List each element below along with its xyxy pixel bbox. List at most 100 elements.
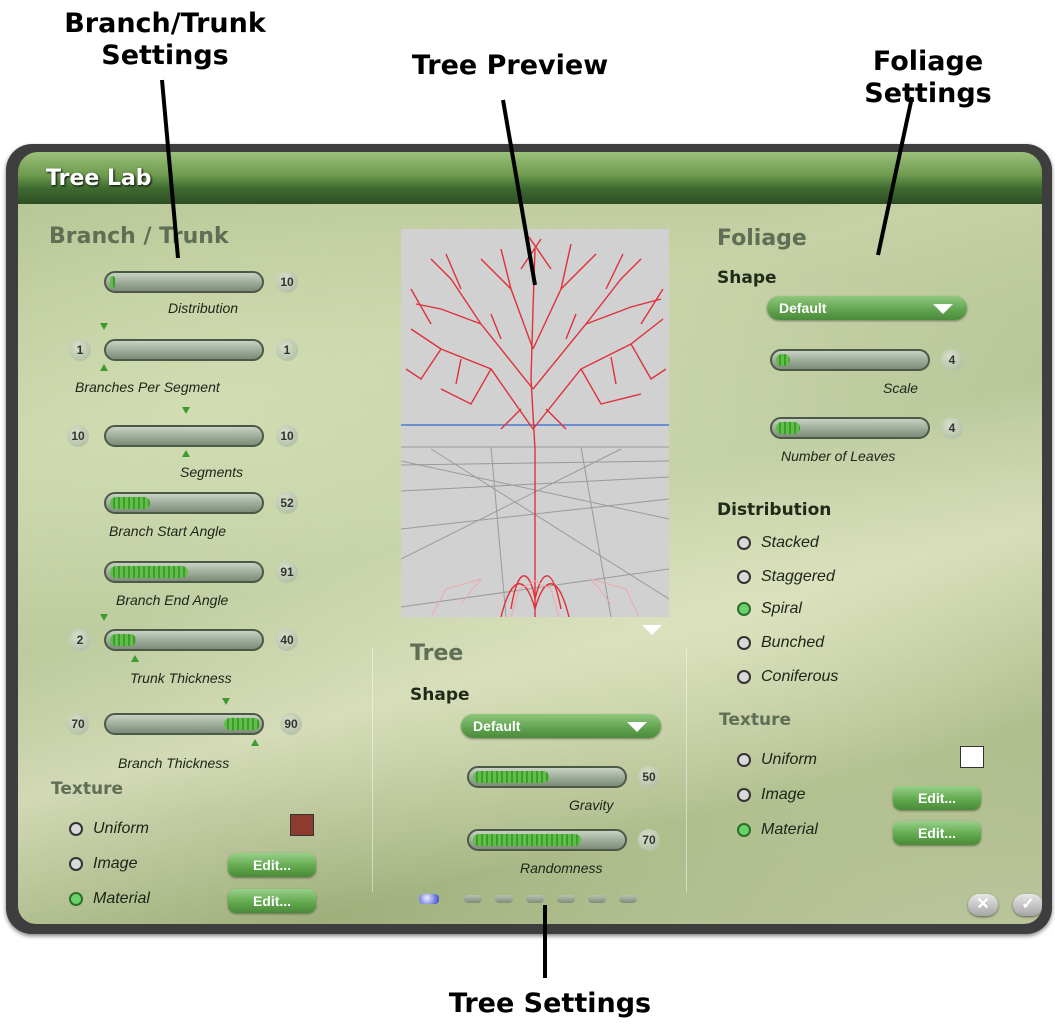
branch-texture-image-edit-button[interactable]: Edit... (228, 853, 316, 877)
page-dot-7[interactable] (619, 895, 637, 903)
distribution-stacked-label: Stacked (761, 534, 819, 551)
window-title: Tree Lab (46, 166, 152, 191)
branch-texture-material-radio[interactable] (69, 892, 83, 906)
distribution-heading: Distribution (717, 500, 832, 520)
distribution-staggered[interactable]: Staggered (737, 568, 835, 586)
foliage-texture-material-radio[interactable] (737, 823, 751, 837)
foliage-texture-image[interactable]: Image (737, 786, 805, 804)
page-dot-5[interactable] (557, 895, 575, 903)
branch-texture-material[interactable]: Material (69, 890, 150, 908)
number-of-leaves-slider[interactable] (770, 417, 930, 439)
callout-branch-trunk-line1: Branch/Trunk (64, 8, 266, 39)
tree-preview-render (401, 236, 669, 617)
foliage-shape-dropdown[interactable]: Default (767, 296, 967, 320)
close-icon: ✕ (976, 896, 990, 913)
foliage-texture-uniform-label: Uniform (761, 751, 818, 768)
foliage-texture-color-swatch[interactable] (960, 746, 984, 768)
title-bar[interactable]: Tree Lab (18, 152, 1042, 204)
branch-end-angle-value: 91 (276, 561, 298, 583)
gravity-fill (473, 771, 549, 783)
foliage-texture-image-edit-button[interactable]: Edit... (893, 786, 981, 810)
branches-per-segment-min: 1 (69, 339, 91, 361)
distribution-stacked[interactable]: Stacked (737, 534, 819, 552)
tree-shape-label: Shape (410, 685, 470, 705)
branch-thickness-max: 90 (280, 713, 302, 735)
callout-tree-settings: Tree Settings (448, 988, 652, 1019)
foliage-texture-material-label: Material (761, 821, 818, 838)
foliage-heading: Foliage (717, 226, 807, 251)
distribution-stacked-radio[interactable] (737, 536, 751, 550)
tree-shape-dropdown[interactable]: Default (461, 714, 661, 738)
foliage-texture-heading: Texture (719, 710, 791, 730)
preview-menu-arrow[interactable] (642, 625, 662, 635)
scale-label: Scale (883, 380, 919, 396)
distribution-staggered-label: Staggered (761, 568, 835, 585)
branches-per-segment-slider[interactable] (104, 339, 264, 361)
branch-texture-material-edit-button[interactable]: Edit... (228, 889, 316, 913)
branches-per-segment-max-marker (100, 323, 108, 330)
branch-thickness-fill (224, 718, 260, 730)
branch-end-angle-slider[interactable] (104, 561, 264, 583)
page-dot-2[interactable] (464, 895, 482, 903)
tree-preview[interactable] (401, 229, 669, 617)
branch-start-angle-slider[interactable] (104, 492, 264, 514)
branch-texture-image-label: Image (93, 855, 138, 872)
cancel-button[interactable]: ✕ (968, 894, 998, 916)
distribution-spiral[interactable]: Spiral (737, 600, 802, 618)
tree-settings-pager (419, 894, 650, 904)
callout-branch-trunk-line2: Settings (101, 40, 229, 71)
page-dot-1[interactable] (419, 894, 439, 904)
branch-trunk-heading: Branch / Trunk (49, 224, 229, 249)
branch-texture-heading: Texture (51, 779, 123, 799)
trunk-thickness-slider[interactable] (104, 629, 264, 651)
segments-slider[interactable] (104, 425, 264, 447)
window-content: Branch / Trunk 10 Distribution 1 1 Branc… (18, 204, 1042, 924)
distribution-coniferous-radio[interactable] (737, 670, 751, 684)
distribution-spiral-radio[interactable] (737, 602, 751, 616)
foliage-texture-uniform[interactable]: Uniform (737, 751, 817, 769)
distribution-coniferous[interactable]: Coniferous (737, 668, 838, 686)
trunk-thickness-min-marker (131, 655, 139, 662)
page-dot-4[interactable] (526, 895, 544, 903)
foliage-texture-uniform-radio[interactable] (737, 753, 751, 767)
trunk-thickness-max-marker (100, 614, 108, 621)
chevron-down-icon (933, 304, 953, 314)
gravity-slider[interactable] (467, 766, 627, 788)
page-dot-6[interactable] (588, 895, 606, 903)
segments-min-marker (182, 450, 190, 457)
distribution-staggered-radio[interactable] (737, 570, 751, 584)
foliage-texture-material[interactable]: Material (737, 821, 818, 839)
callout-foliage: Foliage Settings (864, 46, 992, 109)
randomness-slider[interactable] (467, 829, 627, 851)
page-dot-3[interactable] (495, 895, 513, 903)
branch-end-angle-label: Branch End Angle (116, 592, 229, 608)
divider-left (372, 648, 373, 892)
tree-skeleton (405, 236, 667, 617)
foliage-texture-material-edit-button[interactable]: Edit... (893, 821, 981, 845)
scale-value: 4 (941, 349, 963, 371)
distribution-bunched-radio[interactable] (737, 636, 751, 650)
branch-texture-uniform[interactable]: Uniform (69, 820, 149, 838)
gravity-value: 50 (638, 766, 660, 788)
foliage-shape-label: Shape (717, 268, 777, 288)
number-of-leaves-value: 4 (941, 417, 963, 439)
randomness-value: 70 (638, 829, 660, 851)
branch-texture-image[interactable]: Image (69, 855, 137, 873)
branch-start-angle-value: 52 (276, 492, 298, 514)
ok-button[interactable]: ✓ (1013, 894, 1042, 916)
foliage-texture-image-radio[interactable] (737, 788, 751, 802)
scale-slider[interactable] (770, 349, 930, 371)
scale-fill (776, 354, 790, 366)
distribution-bunched[interactable]: Bunched (737, 634, 824, 652)
distribution-slider[interactable] (104, 271, 264, 293)
branch-thickness-slider[interactable] (104, 713, 264, 735)
branch-start-angle-label: Branch Start Angle (109, 523, 226, 539)
randomness-label: Randomness (520, 860, 603, 876)
segments-min: 10 (67, 425, 89, 447)
branch-texture-image-radio[interactable] (69, 857, 83, 871)
branch-texture-uniform-radio[interactable] (69, 822, 83, 836)
branch-texture-color-swatch[interactable] (290, 814, 314, 836)
divider-right (686, 648, 687, 892)
foliage-shape-value: Default (779, 300, 827, 316)
distribution-spiral-label: Spiral (761, 600, 802, 617)
